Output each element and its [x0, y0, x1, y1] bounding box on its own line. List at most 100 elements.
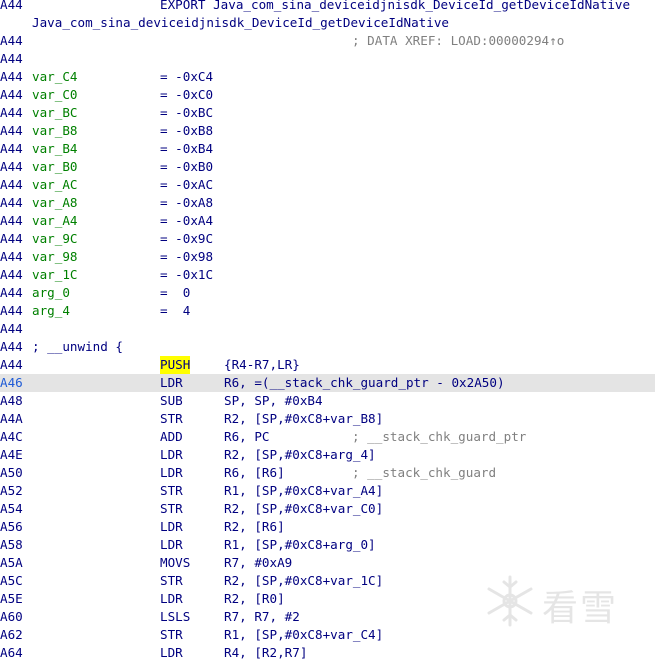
listing-line-stack-var[interactable]: A44 var_98 = -0x98: [0, 248, 655, 266]
operands[interactable]: SP, SP, #0xB4: [224, 392, 323, 410]
operands[interactable]: {R4-R7,LR}: [224, 356, 300, 374]
operands[interactable]: R2, [SP,#0xC8+var_B8]: [224, 410, 383, 428]
function-name-label[interactable]: Java_com_sina_deviceidjnisdk_DeviceId_ge…: [32, 14, 449, 32]
listing-line-instruction[interactable]: A62 STR R1, [SP,#0xC8+var_C4]: [0, 626, 655, 644]
listing-line-unwind[interactable]: A44 ; __unwind {: [0, 338, 655, 356]
stack-var-name[interactable]: var_A4: [32, 212, 78, 230]
listing-line-blank[interactable]: A44: [0, 50, 655, 68]
stack-var-name[interactable]: var_AC: [32, 176, 78, 194]
listing-line-stack-var[interactable]: A44 var_B8 = -0xB8: [0, 122, 655, 140]
listing-line-instruction[interactable]: A5C STR R2, [SP,#0xC8+var_1C]: [0, 572, 655, 590]
operands[interactable]: R7, R7, #2: [224, 608, 300, 626]
stack-var-name[interactable]: var_B4: [32, 140, 78, 158]
operands[interactable]: R1, [SP,#0xC8+var_C4]: [224, 626, 383, 644]
operands[interactable]: R2, [R0]: [224, 590, 285, 608]
listing-line-instruction[interactable]: A4E LDR R2, [SP,#0xC8+arg_4]: [0, 446, 655, 464]
stack-var-name[interactable]: var_BC: [32, 104, 78, 122]
listing-line-blank[interactable]: A44: [0, 320, 655, 338]
listing-line-instruction[interactable]: A5A MOVS R7, #0xA9: [0, 554, 655, 572]
address: A44: [0, 51, 23, 66]
operands[interactable]: R2, [R6]: [224, 518, 285, 536]
address: A4A: [0, 411, 23, 426]
operands[interactable]: R4, [R2,R7]: [224, 644, 307, 662]
mnemonic[interactable]: LSLS: [160, 608, 190, 626]
mnemonic[interactable]: LDR: [160, 518, 183, 536]
disassembly-listing[interactable]: A44 EXPORT Java_com_sina_deviceidjnisdk_…: [0, 0, 655, 662]
data-xref-comment[interactable]: ; DATA XREF: LOAD:00000294↑o: [352, 32, 564, 50]
listing-line-xref[interactable]: A44 ; DATA XREF: LOAD:00000294↑o: [0, 32, 655, 50]
listing-line-instruction[interactable]: A50 LDR R6, [R6] ; __stack_chk_guard: [0, 464, 655, 482]
address: A64: [0, 645, 23, 660]
instruction-comment: ; __stack_chk_guard: [352, 465, 497, 480]
operands[interactable]: R6, [R6]: [224, 464, 285, 482]
operands[interactable]: R2, [SP,#0xC8+var_C0]: [224, 500, 383, 518]
stack-var-name[interactable]: var_C0: [32, 86, 78, 104]
mnemonic[interactable]: LDR: [160, 536, 183, 554]
listing-line-instruction[interactable]: A64 LDR R4, [R2,R7]: [0, 644, 655, 662]
listing-line-instruction[interactable]: A54 STR R2, [SP,#0xC8+var_C0]: [0, 500, 655, 518]
address: A50: [0, 465, 23, 480]
mnemonic[interactable]: STR: [160, 482, 183, 500]
listing-line-stack-var[interactable]: A44 var_9C = -0x9C: [0, 230, 655, 248]
stack-var-name[interactable]: arg_0: [32, 284, 70, 302]
operands[interactable]: R6, PC: [224, 428, 270, 446]
operands[interactable]: R7, #0xA9: [224, 554, 292, 572]
stack-var-name[interactable]: var_98: [32, 248, 78, 266]
export-directive: EXPORT Java_com_sina_deviceidjnisdk_Devi…: [160, 0, 631, 12]
listing-line-stack-var[interactable]: A44 var_A8 = -0xA8: [0, 194, 655, 212]
mnemonic[interactable]: MOVS: [160, 554, 190, 572]
mnemonic[interactable]: LDR: [160, 464, 183, 482]
operands[interactable]: R6, =(__stack_chk_guard_ptr - 0x2A50): [224, 374, 505, 392]
mnemonic[interactable]: STR: [160, 572, 183, 590]
mnemonic[interactable]: LDR: [160, 446, 183, 464]
listing-line-stack-var[interactable]: A44 var_B4 = -0xB4: [0, 140, 655, 158]
listing-line-export[interactable]: A44 EXPORT Java_com_sina_deviceidjnisdk_…: [0, 0, 655, 14]
stack-var-name[interactable]: var_B0: [32, 158, 78, 176]
listing-line-stack-var[interactable]: A44 var_C0 = -0xC0: [0, 86, 655, 104]
address: A44: [0, 141, 23, 156]
mnemonic[interactable]: STR: [160, 410, 183, 428]
address: A44: [0, 303, 23, 318]
address: A5E: [0, 591, 23, 606]
listing-line-function-name[interactable]: Java_com_sina_deviceidjnisdk_DeviceId_ge…: [0, 14, 655, 32]
listing-line-instruction[interactable]: A60 LSLS R7, R7, #2: [0, 608, 655, 626]
operands[interactable]: R1, [SP,#0xC8+arg_0]: [224, 536, 376, 554]
stack-var-name[interactable]: var_9C: [32, 230, 78, 248]
stack-var-name[interactable]: arg_4: [32, 302, 70, 320]
mnemonic[interactable]: LDR: [160, 590, 183, 608]
mnemonic[interactable]: STR: [160, 500, 183, 518]
operands[interactable]: R1, [SP,#0xC8+var_A4]: [224, 482, 383, 500]
address: A46: [0, 375, 23, 390]
listing-line-stack-var[interactable]: A44 arg_4 = 4: [0, 302, 655, 320]
mnemonic[interactable]: LDR: [160, 644, 183, 662]
listing-line-instruction[interactable]: A5E LDR R2, [R0]: [0, 590, 655, 608]
address: A62: [0, 627, 23, 642]
listing-line-stack-var[interactable]: A44 var_C4 = -0xC4: [0, 68, 655, 86]
stack-var-name[interactable]: var_B8: [32, 122, 78, 140]
listing-line-stack-var[interactable]: A44 var_A4 = -0xA4: [0, 212, 655, 230]
listing-line-instruction[interactable]: A4A STR R2, [SP,#0xC8+var_B8]: [0, 410, 655, 428]
stack-var-name[interactable]: var_C4: [32, 68, 78, 86]
stack-var-name[interactable]: var_1C: [32, 266, 78, 284]
mnemonic[interactable]: PUSH: [160, 356, 191, 374]
listing-line-stack-var[interactable]: A44 var_AC = -0xAC: [0, 176, 655, 194]
listing-line-instruction[interactable]: A44 PUSH {R4-R7,LR}: [0, 356, 655, 374]
mnemonic[interactable]: SUB: [160, 392, 183, 410]
listing-line-instruction[interactable]: A4C ADD R6, PC ; __stack_chk_guard_ptr: [0, 428, 655, 446]
listing-line-stack-var[interactable]: A44 var_BC = -0xBC: [0, 104, 655, 122]
mnemonic[interactable]: LDR: [160, 374, 183, 392]
listing-line-instruction[interactable]: A52 STR R1, [SP,#0xC8+var_A4]: [0, 482, 655, 500]
listing-line-instruction-current[interactable]: A46 LDR R6, =(__stack_chk_guard_ptr - 0x2A…: [0, 374, 655, 392]
listing-line-stack-var[interactable]: A44 var_1C = -0x1C: [0, 266, 655, 284]
stack-var-offset: = -0xB4: [160, 141, 214, 156]
stack-var-name[interactable]: var_A8: [32, 194, 78, 212]
mnemonic[interactable]: STR: [160, 626, 183, 644]
mnemonic[interactable]: ADD: [160, 428, 183, 446]
operands[interactable]: R2, [SP,#0xC8+arg_4]: [224, 446, 376, 464]
listing-line-stack-var[interactable]: A44 arg_0 = 0: [0, 284, 655, 302]
listing-line-stack-var[interactable]: A44 var_B0 = -0xB0: [0, 158, 655, 176]
operands[interactable]: R2, [SP,#0xC8+var_1C]: [224, 572, 383, 590]
listing-line-instruction[interactable]: A48 SUB SP, SP, #0xB4: [0, 392, 655, 410]
listing-line-instruction[interactable]: A58 LDR R1, [SP,#0xC8+arg_0]: [0, 536, 655, 554]
listing-line-instruction[interactable]: A56 LDR R2, [R6]: [0, 518, 655, 536]
